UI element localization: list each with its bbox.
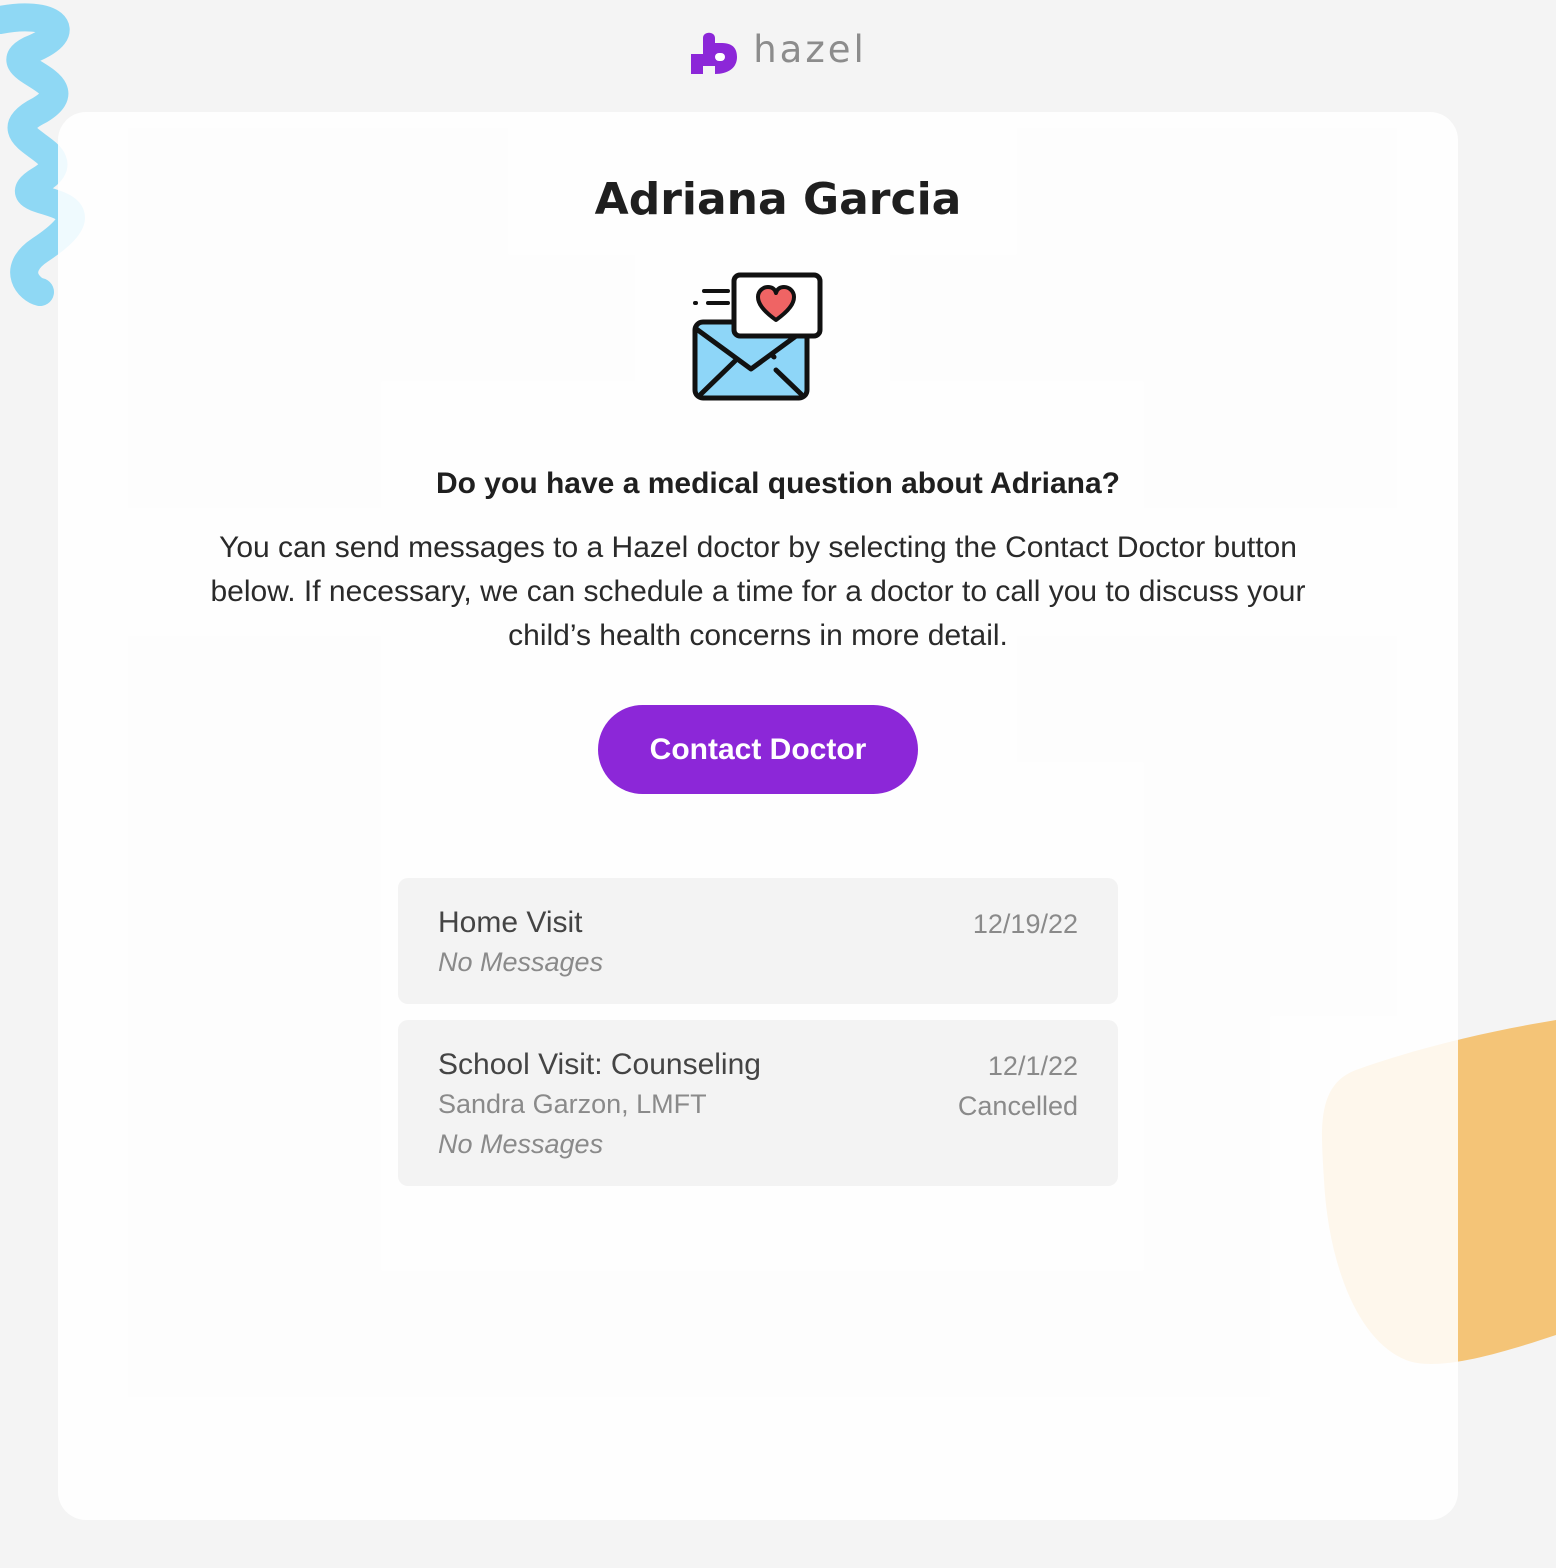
visit-provider: Sandra Garzon, LMFT bbox=[438, 1089, 707, 1119]
visit-date: 12/1/22 bbox=[987, 1051, 1078, 1081]
visit-meta: 12/19/22 bbox=[973, 904, 1078, 944]
hazel-logo: hazel bbox=[0, 26, 1556, 76]
visit-meta: 12/1/22 Cancelled bbox=[958, 1046, 1078, 1126]
visit-status: Cancelled bbox=[957, 1091, 1078, 1121]
visit-details: Home Visit No Messages bbox=[438, 904, 603, 982]
envelope-heart-message-icon bbox=[692, 272, 823, 401]
brand-name: hazel bbox=[753, 27, 867, 71]
visit-list: Home Visit No Messages 12/19/22 School V… bbox=[398, 878, 1118, 1202]
visit-title: School Visit: Counseling bbox=[438, 1048, 761, 1081]
visit-card-home-visit[interactable]: Home Visit No Messages 12/19/22 bbox=[398, 878, 1118, 1004]
visit-details: School Visit: Counseling Sandra Garzon, … bbox=[438, 1046, 761, 1164]
contact-description: You can send messages to a Hazel doctor … bbox=[210, 531, 1306, 652]
visit-date: 12/19/22 bbox=[972, 909, 1078, 939]
visit-message-status: No Messages bbox=[438, 1129, 604, 1159]
patient-name: Adriana Garcia bbox=[594, 174, 962, 225]
medical-question-heading: Do you have a medical question about Adr… bbox=[435, 467, 1120, 500]
visit-message-status: No Messages bbox=[438, 947, 604, 977]
visit-title: Home Visit bbox=[438, 906, 583, 939]
contact-doctor-button[interactable]: Contact Doctor bbox=[598, 705, 918, 794]
hazel-plus-heart-icon bbox=[691, 32, 738, 74]
visit-card-school-counseling[interactable]: School Visit: Counseling Sandra Garzon, … bbox=[398, 1020, 1118, 1186]
